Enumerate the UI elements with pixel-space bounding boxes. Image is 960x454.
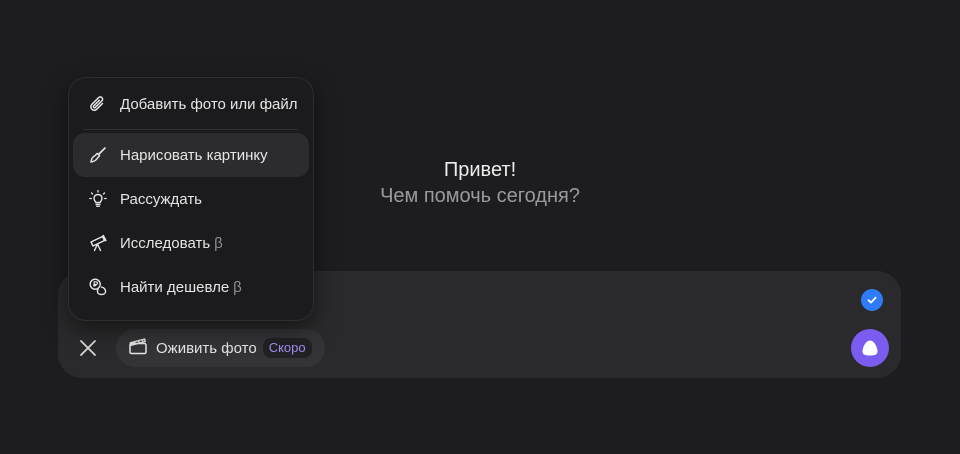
attachment-menu: Добавить фото или файл Нарисовать картин… [68, 77, 314, 321]
animate-photo-label: Оживить фото [156, 339, 257, 357]
animate-photo-button[interactable]: Оживить фото Скоро [116, 329, 325, 367]
menu-item-label: Нарисовать картинку [120, 146, 268, 164]
paperclip-icon [87, 93, 109, 115]
menu-divider [83, 129, 299, 130]
menu-item-find-cheaper[interactable]: Найти дешевле β [73, 265, 309, 309]
soon-badge: Скоро [262, 338, 312, 358]
alice-logo-icon [862, 340, 878, 356]
lightbulb-icon [87, 188, 109, 210]
menu-item-label: Найти дешевле [120, 278, 230, 296]
page: Привет! Чем помочь сегодня? Оживить фото [0, 0, 960, 454]
close-button[interactable] [76, 336, 100, 360]
assistant-button[interactable] [851, 329, 889, 367]
beta-badge: β [233, 278, 242, 296]
menu-item-label: Рассуждать [120, 190, 203, 208]
menu-item-label: Добавить фото или файл [120, 95, 298, 113]
menu-item-label: Исследовать [120, 234, 211, 252]
menu-item-research[interactable]: Исследовать β [73, 221, 309, 265]
menu-item-reason[interactable]: Рассуждать [73, 177, 309, 221]
menu-item-draw-picture[interactable]: Нарисовать картинку [73, 133, 309, 177]
close-icon [80, 340, 96, 356]
beta-badge: β [214, 234, 223, 252]
telescope-icon [87, 232, 109, 254]
brush-icon [87, 144, 109, 166]
coins-icon [87, 276, 109, 298]
check-icon [861, 289, 883, 311]
clapperboard-icon [128, 336, 148, 361]
menu-item-add-file[interactable]: Добавить фото или файл [73, 82, 309, 126]
